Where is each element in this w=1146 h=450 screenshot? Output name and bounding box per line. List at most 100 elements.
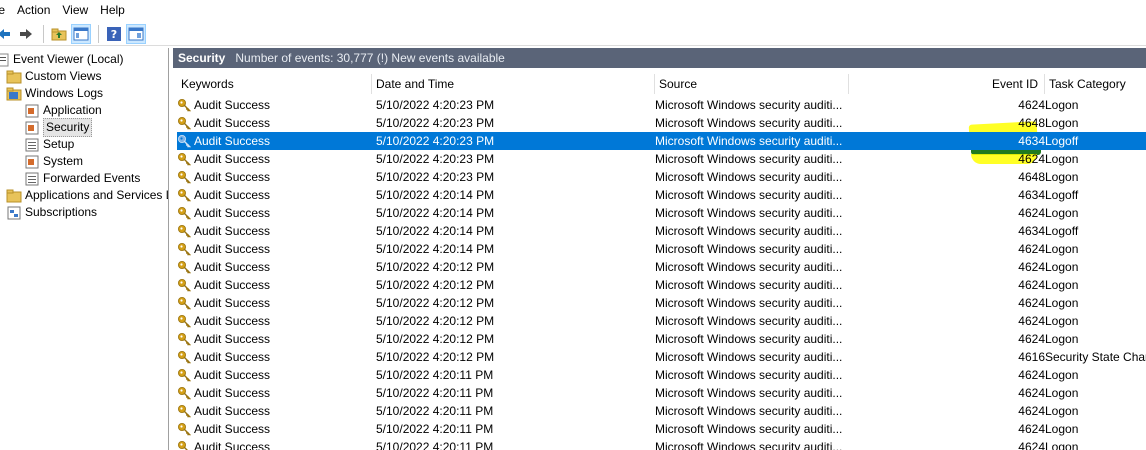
tree-item-subscriptions[interactable]: Subscriptions: [6, 204, 97, 221]
help-icon[interactable]: ?: [104, 24, 124, 44]
date-time-cell: 5/10/2022 4:20:23 PM: [376, 170, 495, 184]
table-row[interactable]: Audit Success 5/10/2022 4:20:12 PM Microso…: [177, 312, 1146, 330]
table-row[interactable]: Audit Success 5/10/2022 4:20:11 PM Microso…: [177, 366, 1146, 384]
keywords-text: Audit Success: [194, 386, 271, 400]
tree-item-label: Windows Logs: [25, 86, 104, 100]
event-id-cell: 4624: [1018, 242, 1045, 256]
date-time-cell: 5/10/2022 4:20:14 PM: [376, 224, 495, 238]
keywords-text: Audit Success: [194, 206, 271, 220]
date-time-cell: 5/10/2022 4:20:12 PM: [376, 260, 495, 274]
tree-item-applications-and-services[interactable]: Applications and Services Lo: [6, 187, 169, 204]
tree-item-label: Applications and Services Lo: [25, 188, 169, 202]
column-header-event-id[interactable]: Event ID: [849, 74, 1045, 94]
task-category-cell: Logon: [1045, 278, 1079, 292]
tree-item-label: Setup: [43, 137, 75, 151]
log-icon: [24, 155, 40, 169]
key-icon: [177, 332, 192, 346]
table-row[interactable]: Audit Success 5/10/2022 4:20:14 PM Microso…: [177, 186, 1146, 204]
tree-item-event-viewer[interactable]: Event Viewer (Local): [0, 51, 124, 68]
source-cell: Microsoft Windows security auditi...: [655, 170, 843, 184]
table-row[interactable]: Audit Success 5/10/2022 4:20:11 PM Microso…: [177, 384, 1146, 402]
keywords-cell: Audit Success: [177, 402, 372, 420]
date-time-cell: 5/10/2022 4:20:23 PM: [376, 116, 495, 130]
keywords-cell: Audit Success: [177, 366, 372, 384]
show-hide-tree-icon[interactable]: [71, 23, 91, 44]
subscriptions-icon: [6, 206, 22, 220]
date-time-cell: 5/10/2022 4:20:23 PM: [376, 98, 495, 112]
table-row[interactable]: Audit Success 5/10/2022 4:20:12 PM Microso…: [177, 294, 1146, 312]
key-icon: [177, 260, 192, 274]
table-row[interactable]: Audit Success 5/10/2022 4:20:12 PM Microso…: [177, 348, 1146, 366]
table-row[interactable]: Audit Success 5/10/2022 4:20:12 PM Microso…: [177, 258, 1146, 276]
key-icon: [177, 152, 192, 166]
column-header-task-category[interactable]: Task Category: [1045, 74, 1146, 94]
key-icon: [177, 224, 192, 238]
source-cell: Microsoft Windows security auditi...: [655, 278, 843, 292]
tree-item-forwarded-events[interactable]: Forwarded Events: [24, 170, 140, 187]
show-action-pane-icon[interactable]: [126, 23, 146, 44]
table-row[interactable]: Audit Success 5/10/2022 4:20:23 PM Microso…: [177, 168, 1146, 186]
table-row[interactable]: Audit Success 5/10/2022 4:20:11 PM Microso…: [177, 438, 1146, 450]
key-icon: [177, 278, 192, 292]
tree-item-label: Event Viewer (Local): [13, 52, 124, 66]
tree-item-windows-logs[interactable]: Windows Logs: [6, 85, 103, 102]
task-category-cell: Logon: [1045, 332, 1079, 346]
date-time-cell: 5/10/2022 4:20:14 PM: [376, 188, 495, 202]
keywords-cell: Audit Success: [177, 96, 372, 114]
event-id-cell: 4624: [1018, 260, 1045, 274]
menu-bar: ile Action View Help: [0, 0, 1146, 21]
column-header-keywords[interactable]: Keywords: [177, 74, 372, 94]
source-cell: Microsoft Windows security auditi...: [655, 422, 843, 436]
date-time-cell: 5/10/2022 4:20:12 PM: [376, 332, 495, 346]
menu-file[interactable]: ile: [0, 0, 11, 21]
menu-view[interactable]: View: [56, 0, 94, 21]
task-category-cell: Logon: [1045, 314, 1079, 328]
date-time-cell: 5/10/2022 4:20:12 PM: [376, 296, 495, 310]
table-row[interactable]: Audit Success 5/10/2022 4:20:14 PM Microso…: [177, 204, 1146, 222]
event-id-cell: 4624: [1018, 332, 1045, 346]
table-row[interactable]: Audit Success 5/10/2022 4:20:14 PM Microso…: [177, 240, 1146, 258]
keywords-text: Audit Success: [194, 152, 271, 166]
tree-item-system[interactable]: System: [24, 153, 83, 170]
tree-item-setup[interactable]: Setup: [24, 136, 74, 153]
table-row[interactable]: Audit Success 5/10/2022 4:20:12 PM Microso…: [177, 330, 1146, 348]
keywords-text: Audit Success: [194, 260, 271, 274]
table-row[interactable]: Audit Success 5/10/2022 4:20:11 PM Microso…: [177, 402, 1146, 420]
menu-help[interactable]: Help: [94, 0, 131, 21]
forward-arrow-icon[interactable]: [16, 24, 36, 44]
keywords-cell: Audit Success: [177, 438, 372, 450]
table-row[interactable]: Audit Success 5/10/2022 4:20:23 PM Microso…: [177, 114, 1146, 132]
keywords-text: Audit Success: [194, 350, 271, 364]
table-row[interactable]: Audit Success 5/10/2022 4:20:23 PM Microso…: [177, 96, 1146, 114]
keywords-text: Audit Success: [194, 440, 271, 450]
tree-item-application[interactable]: Application: [24, 102, 102, 119]
column-header-source[interactable]: Source: [655, 74, 849, 94]
table-row[interactable]: Audit Success 5/10/2022 4:20:14 PM Microso…: [177, 222, 1146, 240]
key-icon: [177, 242, 192, 256]
keywords-text: Audit Success: [194, 332, 271, 346]
tree-item-security[interactable]: Security: [24, 118, 93, 137]
table-row[interactable]: Audit Success 5/10/2022 4:20:12 PM Microso…: [177, 276, 1146, 294]
key-icon: [177, 134, 192, 148]
date-time-cell: 5/10/2022 4:20:11 PM: [376, 422, 494, 436]
keywords-cell: Audit Success: [177, 258, 372, 276]
source-cell: Microsoft Windows security auditi...: [655, 134, 843, 148]
date-time-cell: 5/10/2022 4:20:14 PM: [376, 242, 495, 256]
keywords-text: Audit Success: [194, 188, 271, 202]
task-category-cell: Logon: [1045, 98, 1079, 112]
table-row[interactable]: Audit Success 5/10/2022 4:20:23 PM Microso…: [177, 132, 1146, 150]
column-header-date-time[interactable]: Date and Time: [372, 74, 655, 94]
tree-item-custom-views[interactable]: Custom Views: [6, 68, 101, 85]
keywords-text: Audit Success: [194, 314, 271, 328]
event-id-cell: 4634: [1018, 224, 1045, 238]
folder-up-icon[interactable]: [49, 24, 69, 44]
table-row[interactable]: Audit Success 5/10/2022 4:20:23 PM Microso…: [177, 150, 1146, 168]
table-row[interactable]: Audit Success 5/10/2022 4:20:11 PM Microso…: [177, 420, 1146, 438]
event-id-cell: 4624: [1018, 386, 1045, 400]
source-cell: Microsoft Windows security auditi...: [655, 224, 843, 238]
keywords-cell: Audit Success: [177, 312, 372, 330]
date-time-cell: 5/10/2022 4:20:12 PM: [376, 278, 495, 292]
back-arrow-icon[interactable]: [0, 24, 14, 44]
menu-action[interactable]: Action: [11, 0, 56, 21]
keywords-text: Audit Success: [194, 368, 271, 382]
